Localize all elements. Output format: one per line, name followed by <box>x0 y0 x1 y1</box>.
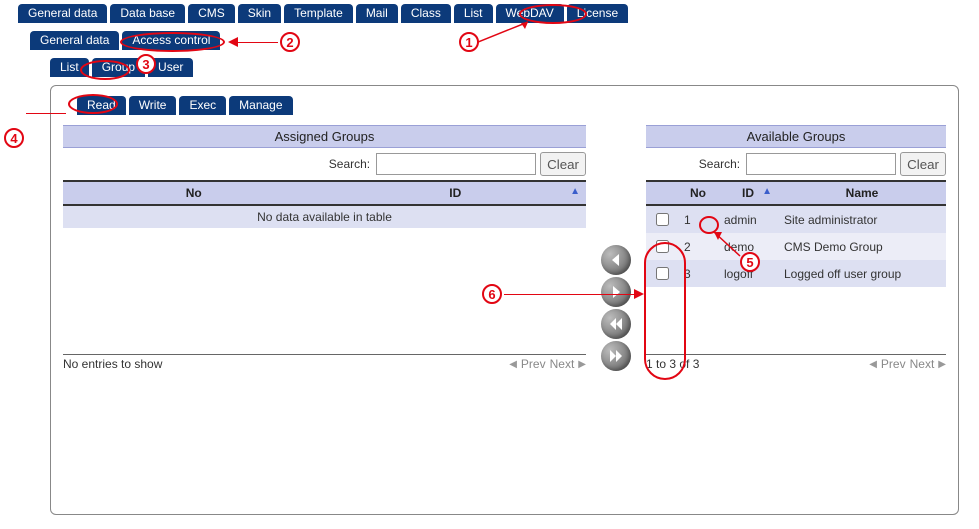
perm-tabs: Read Write Exec Manage <box>77 96 946 115</box>
subtab2-user[interactable]: User <box>148 58 193 77</box>
tab-skin[interactable]: Skin <box>238 4 281 23</box>
assigned-title: Assigned Groups <box>63 125 586 148</box>
permtab-exec[interactable]: Exec <box>179 96 226 115</box>
assigned-col-id[interactable]: ID ▲ <box>325 181 587 205</box>
subtab2-list[interactable]: List <box>50 58 89 77</box>
sort-asc-icon: ▲ <box>762 186 772 197</box>
subtab2-group[interactable]: Group <box>92 58 145 77</box>
chevron-right-icon: ▶ <box>938 359 946 370</box>
available-search-row: Search: Clear <box>646 152 946 176</box>
sub-tabs: General data Access control <box>30 31 979 50</box>
tab-list[interactable]: List <box>454 4 493 23</box>
cell-name: Site administrator <box>778 205 946 233</box>
cell-id: demo <box>718 233 778 260</box>
table-row[interactable]: 3 logoff Logged off user group <box>646 260 946 287</box>
subtab-access-control[interactable]: Access control <box>122 31 220 50</box>
chevron-right-icon: ▶ <box>578 359 586 370</box>
available-table: No ID ▲ Name 1 admin Site administrator <box>646 180 946 287</box>
available-col-no[interactable]: No <box>678 181 718 205</box>
tab-license[interactable]: License <box>567 4 628 23</box>
subtab-general-data[interactable]: General data <box>30 31 119 50</box>
permtab-manage[interactable]: Manage <box>229 96 292 115</box>
assigned-search-label: Search: <box>329 157 370 171</box>
available-title: Available Groups <box>646 125 946 148</box>
move-right-button[interactable] <box>601 277 631 307</box>
permissions-panel: Read Write Exec Manage Assigned Groups S… <box>50 85 959 515</box>
tab-class[interactable]: Class <box>401 4 451 23</box>
table-row[interactable]: 1 admin Site administrator <box>646 205 946 233</box>
cell-name: CMS Demo Group <box>778 233 946 260</box>
row-checkbox[interactable] <box>656 240 669 253</box>
chevron-left-icon: ◀ <box>509 359 517 370</box>
move-left-button[interactable] <box>601 245 631 275</box>
move-all-left-button[interactable] <box>601 309 631 339</box>
cell-no: 2 <box>678 233 718 260</box>
available-pager: 1 to 3 of 3 ◀ Prev Next ▶ <box>646 354 946 371</box>
assigned-col-no[interactable]: No <box>63 181 325 205</box>
available-col-name[interactable]: Name <box>778 181 946 205</box>
assigned-search-input[interactable] <box>376 153 536 175</box>
move-all-right-button[interactable] <box>601 341 631 371</box>
sort-asc-icon: ▲ <box>570 186 580 197</box>
cell-no: 1 <box>678 205 718 233</box>
tab-mail[interactable]: Mail <box>356 4 398 23</box>
available-prev-button[interactable]: Prev <box>881 357 906 371</box>
cell-name: Logged off user group <box>778 260 946 287</box>
assigned-clear-button[interactable]: Clear <box>540 152 586 176</box>
available-pager-info: 1 to 3 of 3 <box>646 357 699 371</box>
top-tabs: General data Data base CMS Skin Template… <box>18 4 979 23</box>
available-pane: Available Groups Search: Clear No ID ▲ N <box>646 125 946 371</box>
assigned-table: No ID ▲ No data available in table <box>63 180 586 228</box>
assigned-search-row: Search: Clear <box>63 152 586 176</box>
assigned-no-data-row: No data available in table <box>63 205 586 228</box>
cell-id: logoff <box>718 260 778 287</box>
tab-webdav[interactable]: WebDAV <box>496 4 564 23</box>
available-next-button[interactable]: Next <box>910 357 935 371</box>
available-col-check <box>646 181 678 205</box>
available-col-id[interactable]: ID ▲ <box>718 181 778 205</box>
tab-template[interactable]: Template <box>284 4 353 23</box>
available-search-label: Search: <box>699 157 740 171</box>
assigned-next-button[interactable]: Next <box>550 357 575 371</box>
available-clear-button[interactable]: Clear <box>900 152 946 176</box>
permtab-write[interactable]: Write <box>129 96 177 115</box>
assigned-pane: Assigned Groups Search: Clear No ID ▲ <box>63 125 586 371</box>
row-checkbox[interactable] <box>656 267 669 280</box>
anno-num-4: 4 <box>4 128 24 148</box>
permtab-read[interactable]: Read <box>77 96 126 115</box>
tab-general-data[interactable]: General data <box>18 4 107 23</box>
tab-cms[interactable]: CMS <box>188 4 235 23</box>
sub-tabs-2: List Group User <box>50 58 979 77</box>
assigned-pager-info: No entries to show <box>63 357 162 371</box>
chevron-left-icon: ◀ <box>869 359 877 370</box>
assigned-pager: No entries to show ◀ Prev Next ▶ <box>63 354 586 371</box>
assigned-prev-button[interactable]: Prev <box>521 357 546 371</box>
table-row[interactable]: 2 demo CMS Demo Group <box>646 233 946 260</box>
cell-no: 3 <box>678 260 718 287</box>
tab-data-base[interactable]: Data base <box>110 4 185 23</box>
available-search-input[interactable] <box>746 153 896 175</box>
transfer-buttons <box>596 125 636 371</box>
cell-id: admin <box>718 205 778 233</box>
row-checkbox[interactable] <box>656 213 669 226</box>
